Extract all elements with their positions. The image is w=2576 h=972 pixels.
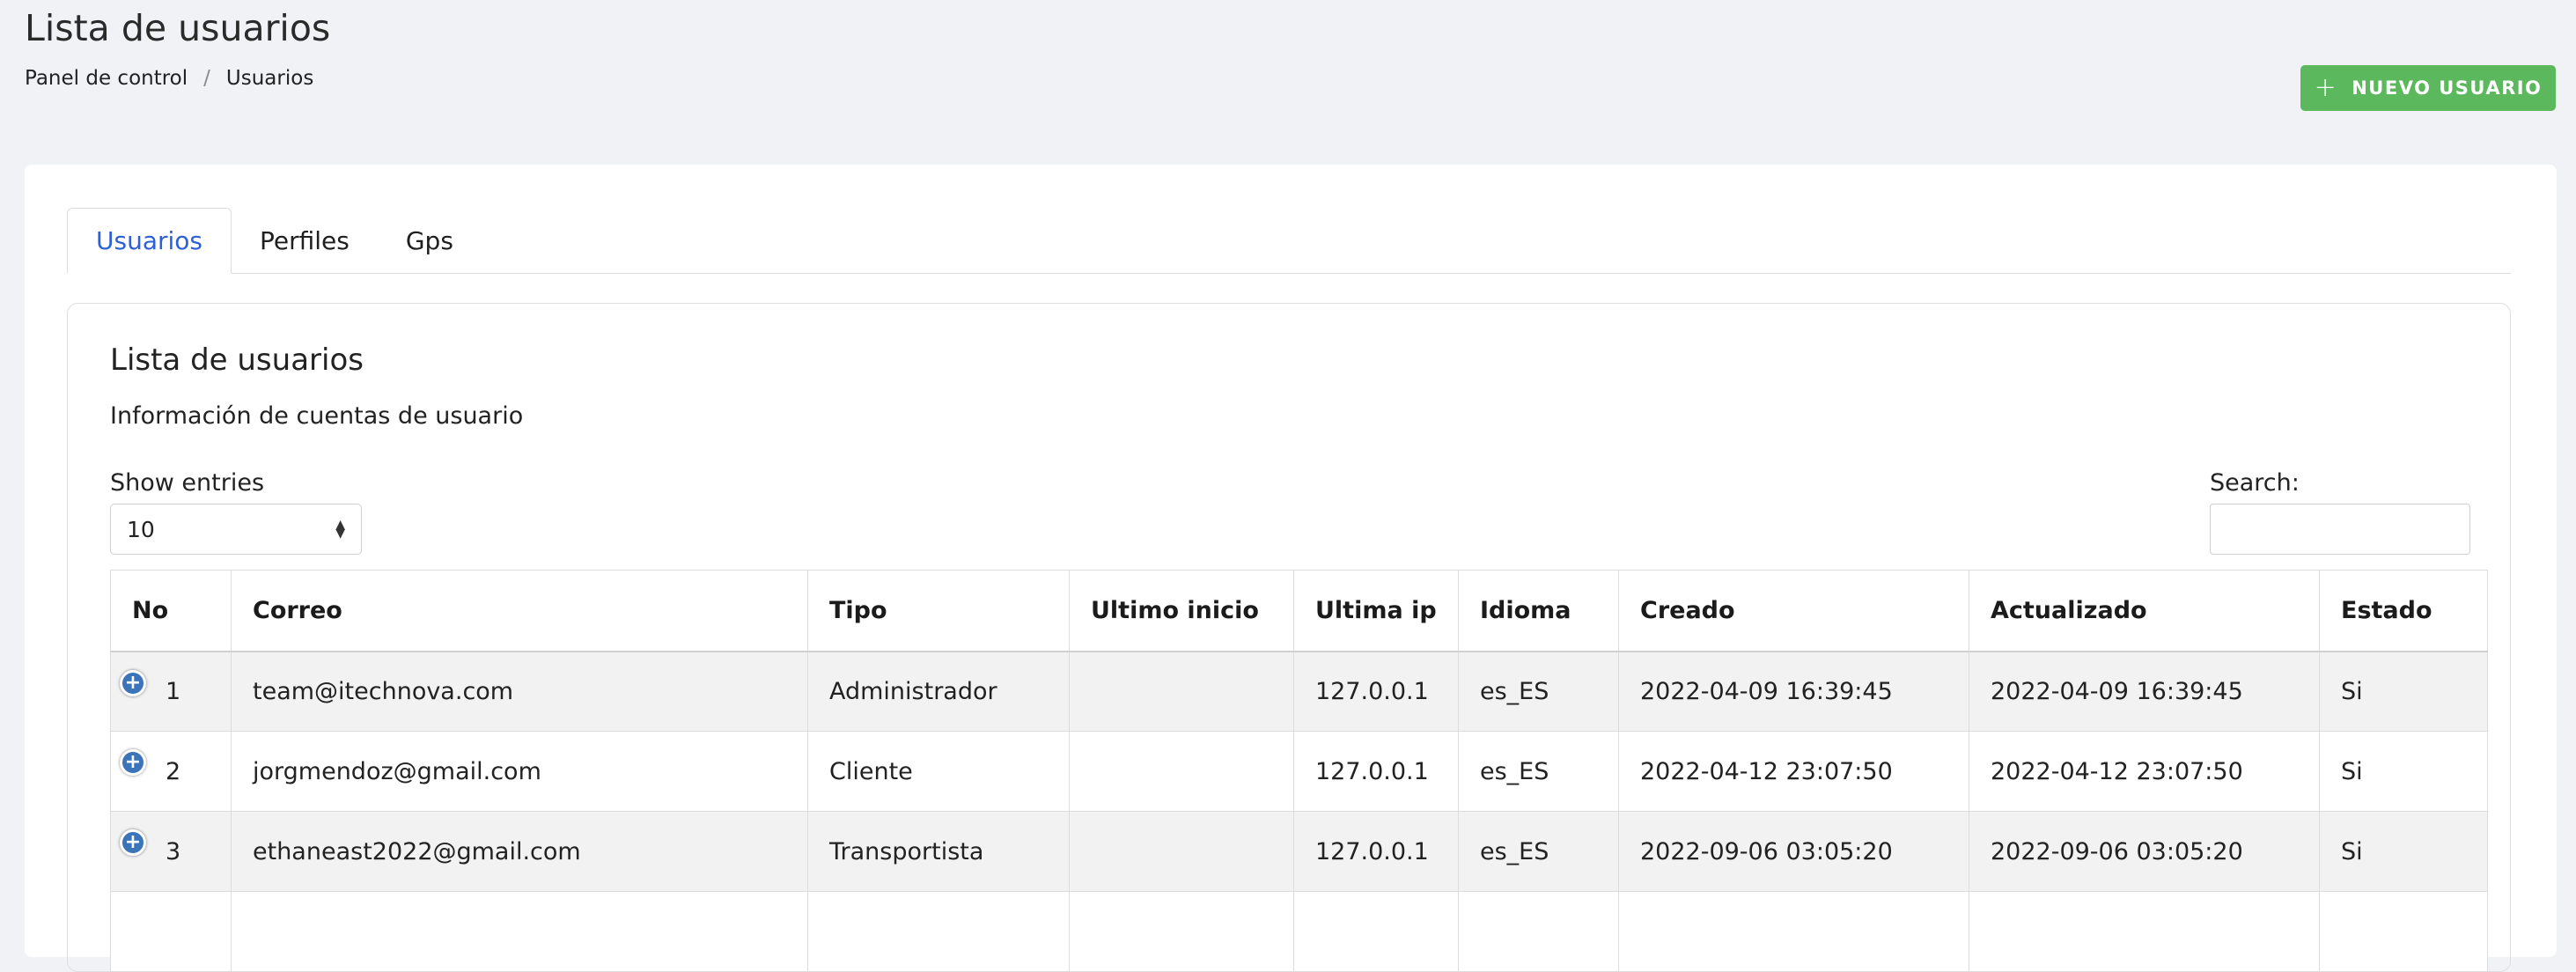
- table-row: + 2 jorgmendoz@gmail.com Cliente 127.0.0…: [110, 731, 2488, 812]
- cell-idioma: es_ES: [1458, 811, 1619, 892]
- expand-row-icon[interactable]: +: [120, 829, 146, 856]
- column-header-tipo[interactable]: Tipo: [807, 570, 1070, 652]
- cell-correo: jorgmendoz@gmail.com: [231, 731, 808, 812]
- new-user-button[interactable]: + NUEVO USUARIO: [2300, 65, 2556, 111]
- row-number: 2: [166, 757, 181, 785]
- cell-correo: ethaneast2022@gmail.com: [231, 811, 808, 892]
- column-header-creado[interactable]: Creado: [1618, 570, 1969, 652]
- cell-ultimo-inicio: [1069, 811, 1294, 892]
- column-header-no[interactable]: No: [110, 570, 232, 652]
- cell-ultima-ip: 127.0.0.1: [1293, 731, 1459, 812]
- panel-subtitle: Información de cuentas de usuario: [110, 402, 524, 430]
- cell-actualizado: 2022-09-06 03:05:20: [1969, 811, 2320, 892]
- cell-ultima-ip: 127.0.0.1: [1293, 811, 1459, 892]
- cell-creado: 2022-04-09 16:39:45: [1618, 651, 1969, 732]
- cell-correo: team@itechnova.com: [231, 651, 808, 732]
- cell-creado: 2022-04-12 23:07:50: [1618, 731, 1969, 812]
- row-number: 1: [166, 677, 181, 705]
- cell-tipo: Transportista: [807, 811, 1070, 892]
- plus-icon: +: [2314, 72, 2338, 103]
- tab-gps[interactable]: Gps: [378, 208, 482, 273]
- cell-no: + 2: [110, 731, 232, 812]
- column-header-ultima-ip[interactable]: Ultima ip: [1293, 570, 1459, 652]
- table-row: + 3 ethaneast2022@gmail.com Transportist…: [110, 811, 2488, 892]
- search-input[interactable]: [2210, 504, 2470, 555]
- breadcrumb-item-usuarios: Usuarios: [225, 67, 314, 90]
- column-header-estado[interactable]: Estado: [2319, 570, 2488, 652]
- cell-tipo: Administrador: [807, 651, 1070, 732]
- breadcrumb-separator: /: [203, 67, 210, 90]
- cell-ultimo-inicio: [1069, 731, 1294, 812]
- cell-tipo: Cliente: [807, 731, 1070, 812]
- cell-no: + 3: [110, 811, 232, 892]
- cell-ultimo-inicio: [1069, 651, 1294, 732]
- users-panel: Lista de usuarios Información de cuentas…: [67, 303, 2511, 972]
- breadcrumb: Panel de control / Usuarios: [25, 67, 313, 90]
- cell-estado: Si: [2319, 651, 2488, 732]
- cell-actualizado: 2022-04-12 23:07:50: [1969, 731, 2320, 812]
- cell-estado: Si: [2319, 811, 2488, 892]
- column-header-ultimo-inicio[interactable]: Ultimo inicio: [1069, 570, 1294, 652]
- tab-perfiles[interactable]: Perfiles: [232, 208, 378, 273]
- column-header-actualizado[interactable]: Actualizado: [1969, 570, 2320, 652]
- cell-no: + 1: [110, 651, 232, 732]
- table-row: [110, 891, 2488, 972]
- cell-creado: 2022-09-06 03:05:20: [1618, 811, 1969, 892]
- users-table: No Correo Tipo Ultimo inicio Ultima ip I…: [110, 570, 2488, 972]
- tab-bar: Usuarios Perfiles Gps: [67, 208, 2511, 274]
- breadcrumb-item-panel-de-control[interactable]: Panel de control: [25, 67, 188, 90]
- new-user-button-label: NUEVO USUARIO: [2352, 77, 2543, 99]
- row-number: 3: [166, 837, 181, 865]
- show-entries-label: Show entries: [110, 469, 265, 497]
- panel-title: Lista de usuarios: [110, 342, 364, 378]
- cell-estado: Si: [2319, 731, 2488, 812]
- expand-row-icon[interactable]: +: [120, 669, 146, 696]
- cell-idioma: es_ES: [1458, 731, 1619, 812]
- table-row: + 1 team@itechnova.com Administrador 127…: [110, 651, 2488, 732]
- column-header-idioma[interactable]: Idioma: [1458, 570, 1619, 652]
- entries-select[interactable]: 10 ▲ ▼: [110, 504, 362, 555]
- column-header-correo[interactable]: Correo: [231, 570, 808, 652]
- entries-select-value: 10: [127, 516, 155, 542]
- cell-actualizado: 2022-04-09 16:39:45: [1969, 651, 2320, 732]
- sort-arrows-icon: ▲ ▼: [335, 518, 345, 541]
- search-label: Search:: [2210, 469, 2300, 497]
- page-title: Lista de usuarios: [25, 7, 331, 49]
- main-card: Usuarios Perfiles Gps Lista de usuarios …: [25, 165, 2557, 972]
- cell-idioma: es_ES: [1458, 651, 1619, 732]
- cell-ultima-ip: 127.0.0.1: [1293, 651, 1459, 732]
- expand-row-icon[interactable]: +: [120, 749, 146, 776]
- tab-usuarios[interactable]: Usuarios: [67, 208, 232, 274]
- table-header-row: No Correo Tipo Ultimo inicio Ultima ip I…: [110, 570, 2488, 652]
